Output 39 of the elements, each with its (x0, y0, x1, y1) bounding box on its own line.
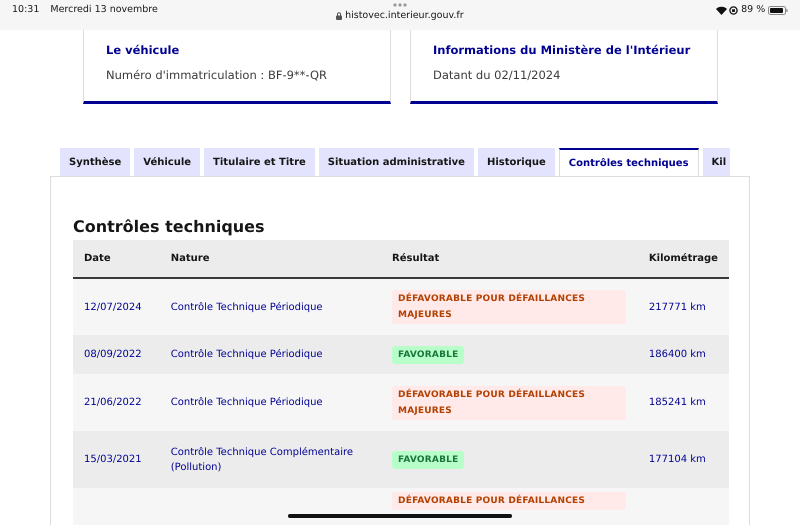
tab[interactable]: Véhicule (134, 148, 200, 176)
battery-icon (768, 6, 788, 15)
date-text: Mercredi 13 novembre (50, 3, 158, 17)
card-text: Numéro d'immatriculation : BF-9**-QR (106, 67, 328, 84)
section-title: Contrôles techniques (73, 217, 266, 236)
tab[interactable]: Contrôles techniques (558, 148, 699, 176)
mileage-text: 217771 km (648, 300, 706, 315)
result-label: FAVORABLE (392, 346, 464, 364)
card-title: Le véhicule (106, 42, 180, 59)
result-label: DÉFAVORABLE POUR DÉFAILLANCES MAJEURES (392, 290, 626, 324)
wifi-icon (716, 6, 727, 15)
nature-link[interactable]: Contrôle Technique Périodique (170, 300, 323, 315)
date-link[interactable]: 15/03/2021 (84, 452, 142, 468)
tab[interactable]: Titulaire et Titre (204, 148, 315, 176)
card-title: Informations du Ministère de l'Intérieur (433, 42, 692, 59)
nature-link[interactable]: Contrôle Technique Périodique (170, 395, 323, 410)
url-text[interactable]: histovec.interieur.gouv.fr (345, 9, 464, 24)
lock-icon (336, 12, 342, 20)
date-link[interactable]: 21/06/2022 (84, 395, 142, 410)
date-link[interactable]: 12/07/2024 (84, 300, 142, 315)
card-text: Datant du 02/11/2024 (433, 67, 562, 84)
more-icon[interactable] (393, 3, 407, 7)
result-label: FAVORABLE (392, 450, 464, 469)
tab[interactable]: Historique (478, 148, 555, 176)
tab[interactable]: Situation administrative (318, 148, 474, 176)
orientation-lock-icon (729, 6, 738, 15)
mileage-text: 185241 km (648, 396, 706, 410)
battery-percent: 89 % (741, 3, 766, 17)
tab[interactable]: Kil (702, 148, 730, 176)
clock-time: 10:31 (12, 3, 40, 17)
result-label: DÉFAVORABLE POUR DÉFAILLANCES MAJEURES (392, 386, 626, 420)
tab[interactable]: Synthèse (60, 148, 130, 176)
column-header: Nature (160, 240, 382, 278)
column-header: Date (73, 240, 160, 278)
mileage-text: 177104 km (648, 453, 706, 468)
column-header: Résultat (381, 240, 638, 278)
mileage-text: 186400 km (648, 348, 706, 362)
column-header: Kilométrage (638, 240, 729, 278)
result-label: DÉFAVORABLE POUR DÉFAILLANCES (392, 492, 626, 510)
